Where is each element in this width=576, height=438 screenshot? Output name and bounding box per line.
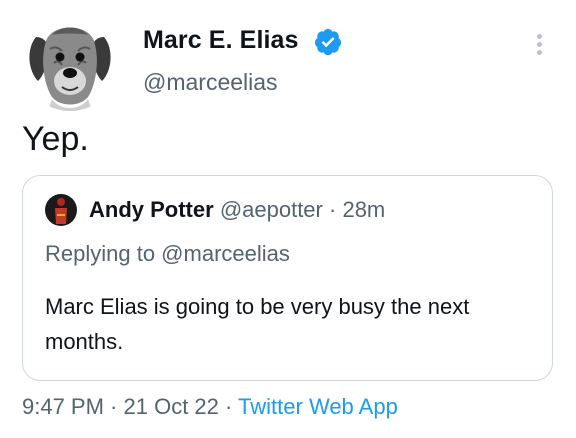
dog-portrait-icon [22,15,118,111]
meta-separator: · [218,394,239,419]
quote-separator: · [329,197,337,222]
quote-header: Andy Potter @aepotter · 28m [89,197,385,223]
quoted-tweet[interactable]: Andy Potter @aepotter · 28m Replying to … [22,175,553,381]
more-options-button[interactable] [526,26,554,62]
tweet-date[interactable]: 21 Oct 22 [124,394,219,419]
author-name[interactable]: Marc E. Elias [143,26,299,55]
tweet-time[interactable]: 9:47 PM [22,394,104,419]
quote-author-handle[interactable]: @aepotter [220,197,323,222]
meta-separator: · [103,394,124,419]
quote-replying-to: Replying to @marceelias [45,241,290,266]
tweet: Marc E. Elias @marceelias Yep. Andy Pott… [0,0,576,438]
more-vertical-icon [537,34,542,39]
quote-author-avatar[interactable] [45,194,77,226]
red-figure-icon [45,194,77,226]
tweet-source-link[interactable]: Twitter Web App [238,394,398,419]
tweet-text: Yep. [22,120,89,158]
quote-timestamp[interactable]: 28m [342,197,385,222]
tweet-metadata: 9:47 PM · 21 Oct 22 · Twitter Web App [22,394,398,420]
quote-author-name[interactable]: Andy Potter [89,197,214,222]
author-avatar[interactable] [22,15,118,111]
author-handle[interactable]: @marceelias [143,69,278,96]
verified-badge-icon [313,27,343,57]
quote-text: Marc Elias is going to be very busy the … [45,294,470,354]
